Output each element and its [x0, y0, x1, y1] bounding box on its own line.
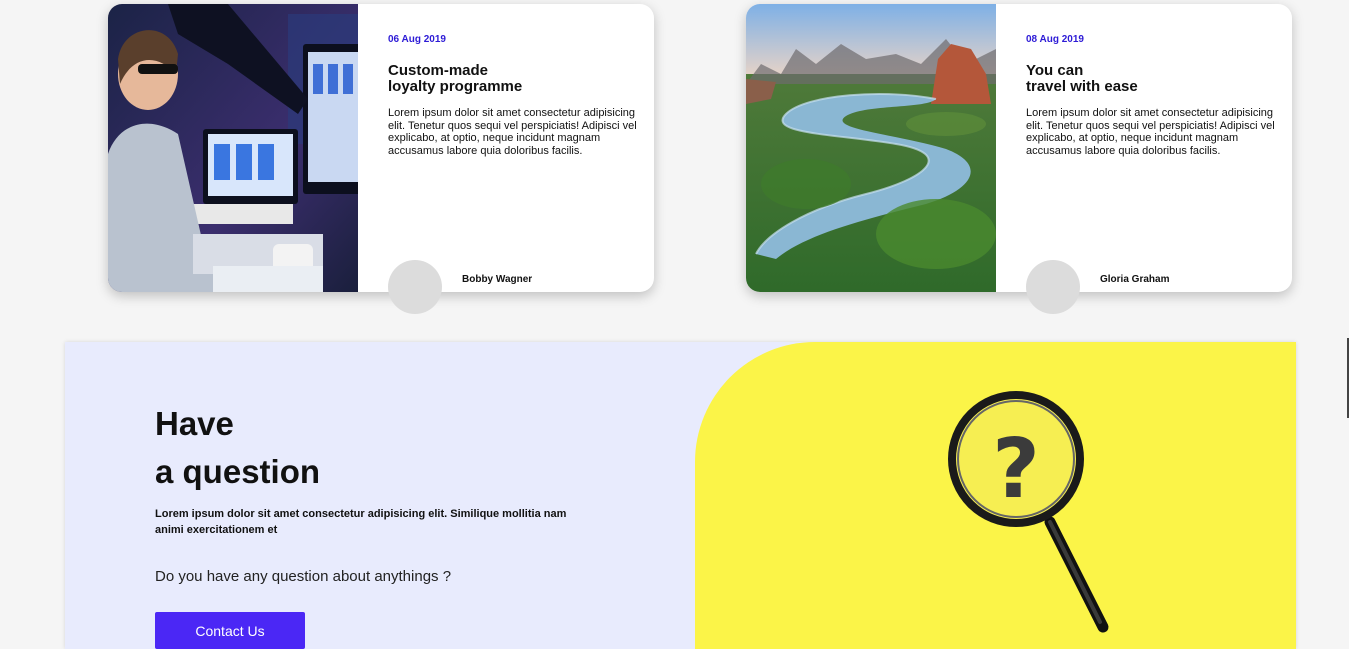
card-image-developer: [108, 4, 358, 292]
post-title-line-2[interactable]: loyalty programme: [388, 79, 643, 95]
card-body: 08 Aug 2019 You can travel with ease Lor…: [1026, 34, 1281, 157]
post-date: 08 Aug 2019: [1026, 34, 1084, 45]
post-title-line-1[interactable]: You can: [1026, 63, 1281, 79]
post-excerpt: Lorem ipsum dolor sit amet consectetur a…: [1026, 107, 1275, 157]
question-heading-line-2: a question: [155, 453, 321, 490]
card-body: 06 Aug 2019 Custom-made loyalty programm…: [388, 34, 643, 157]
author-name: Gloria Graham: [1100, 274, 1170, 285]
post-date: 06 Aug 2019: [388, 34, 446, 45]
post-title-line-1[interactable]: Custom-made: [388, 63, 643, 79]
contact-us-button[interactable]: Contact Us: [155, 612, 305, 649]
post-title[interactable]: Custom-made loyalty programme: [388, 63, 643, 95]
author-name: Bobby Wagner: [462, 274, 533, 285]
post-excerpt: Lorem ipsum dolor sit amet consectetur a…: [388, 107, 637, 157]
post-title[interactable]: You can travel with ease: [1026, 63, 1281, 95]
question-mark-glyph: ?: [992, 422, 1040, 517]
card-image-river-landscape: [746, 4, 996, 292]
question-heading-line-1: Have: [155, 405, 234, 442]
question-heading: Have a question: [155, 400, 320, 496]
post-title-line-2[interactable]: travel with ease: [1026, 79, 1281, 95]
blog-card-2[interactable]: 08 Aug 2019 You can travel with ease Lor…: [746, 4, 1292, 314]
author-avatar: [388, 260, 442, 314]
question-section: Have a question Lorem ipsum dolor sit am…: [65, 342, 1296, 649]
magnifying-glass-question-icon: ?: [948, 391, 1109, 633]
author-avatar: [1026, 260, 1080, 314]
question-image-panel: ?: [695, 342, 1296, 649]
question-subtext: Lorem ipsum dolor sit amet consectetur a…: [155, 508, 567, 536]
blog-card-1[interactable]: 06 Aug 2019 Custom-made loyalty programm…: [108, 4, 654, 314]
question-prompt: Do you have any question about anythings…: [155, 568, 452, 585]
